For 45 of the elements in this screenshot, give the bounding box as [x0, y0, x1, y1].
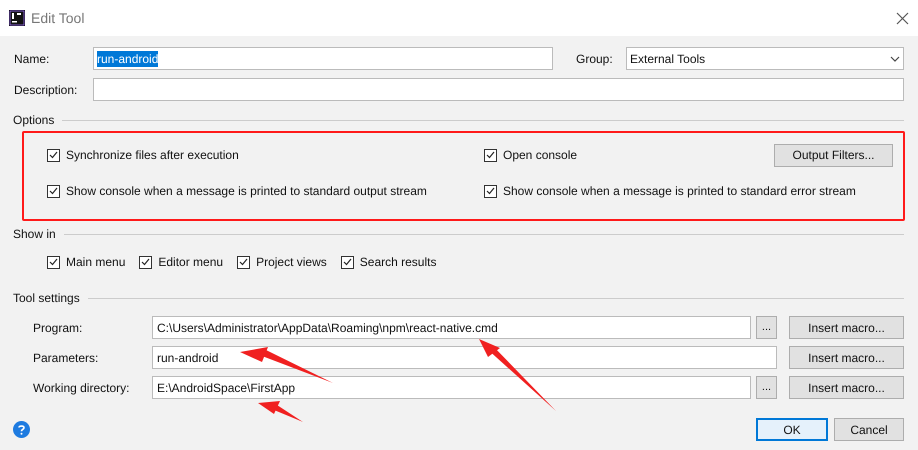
field-label: Program:: [33, 320, 84, 336]
checkbox-label[interactable]: Synchronize files after execution: [66, 147, 239, 163]
checkbox-label[interactable]: Search results: [360, 254, 436, 270]
section-title: Tool settings: [13, 290, 80, 306]
field-label: Parameters:: [33, 350, 100, 366]
browse-button[interactable]: ...: [756, 376, 777, 399]
input-field[interactable]: run-android: [152, 346, 777, 369]
checkbox[interactable]: [47, 184, 60, 198]
input-field[interactable]: E:\AndroidSpace\FirstApp: [152, 376, 751, 399]
window-title: Edit Tool: [31, 10, 84, 26]
app-logo-icon: [9, 10, 25, 26]
insert-macro-button[interactable]: Insert macro...: [789, 316, 904, 339]
section-title: Options: [13, 112, 54, 128]
input-field[interactable]: C:\Users\Administrator\AppData\Roaming\npm\react-native.cmd: [152, 316, 751, 339]
chevron-down-icon: [890, 56, 900, 62]
help-icon[interactable]: [13, 421, 30, 438]
field-label: Name:: [14, 50, 50, 66]
checkbox-label[interactable]: Show console when a message is printed to standard output stream: [66, 183, 427, 199]
description-field[interactable]: [93, 78, 904, 101]
field-label: Working directory:: [33, 380, 130, 396]
section-title: Show in: [13, 226, 56, 242]
checkbox[interactable]: [47, 256, 60, 268]
output-filters-button[interactable]: Output Filters...: [774, 144, 893, 166]
checkbox-label[interactable]: Editor menu: [158, 254, 224, 270]
dialog-button[interactable]: OK: [756, 418, 828, 441]
checkbox-label[interactable]: Open console: [503, 147, 578, 163]
checkbox[interactable]: [47, 148, 60, 162]
browse-button[interactable]: ...: [756, 316, 777, 339]
insert-macro-button[interactable]: Insert macro...: [789, 376, 904, 399]
group-dropdown[interactable]: External Tools: [626, 47, 904, 70]
checkbox[interactable]: [237, 256, 250, 268]
dialog-button[interactable]: Cancel: [834, 418, 904, 441]
name-field[interactable]: run-android: [93, 47, 553, 70]
close-icon[interactable]: [896, 12, 909, 24]
checkbox-label[interactable]: Show console when a message is printed to standard error stream: [503, 183, 856, 199]
insert-macro-button[interactable]: Insert macro...: [789, 346, 904, 369]
checkbox-label[interactable]: Main menu: [66, 254, 126, 270]
checkbox[interactable]: [139, 256, 152, 268]
checkbox-label[interactable]: Project views: [256, 254, 327, 270]
field-label: Description:: [14, 82, 78, 98]
checkbox[interactable]: [484, 184, 497, 198]
field-label: Group:: [576, 50, 614, 66]
checkbox[interactable]: [484, 148, 497, 162]
arrow-annotation: [258, 401, 303, 422]
checkbox[interactable]: [340, 256, 354, 268]
